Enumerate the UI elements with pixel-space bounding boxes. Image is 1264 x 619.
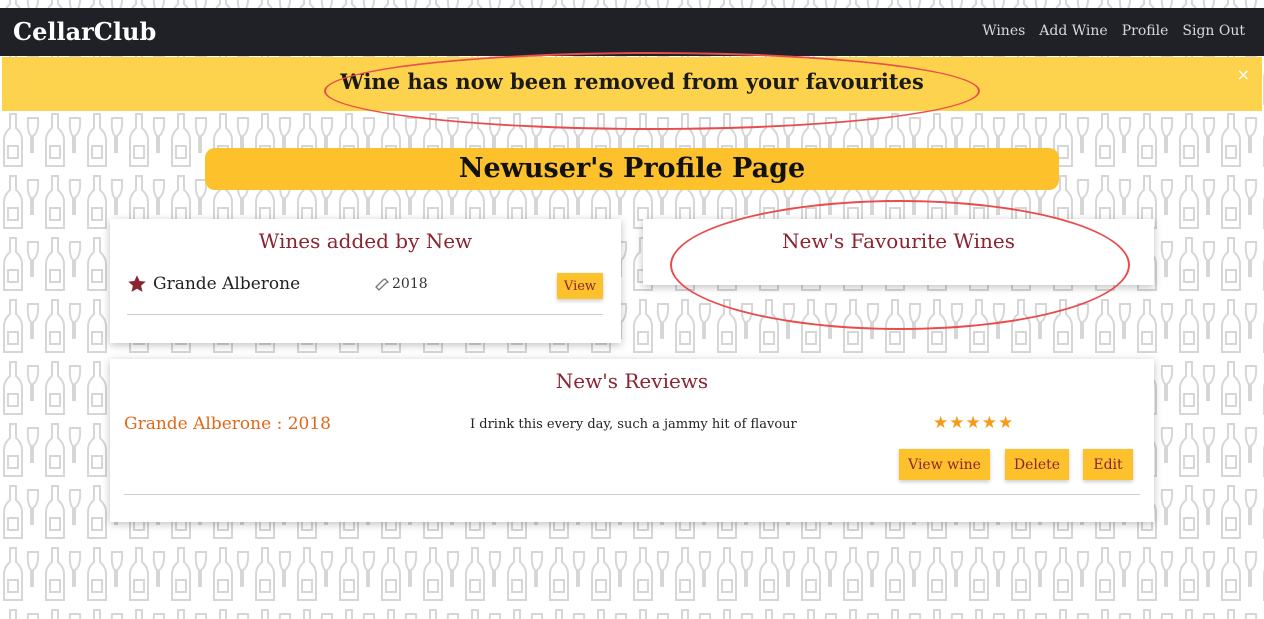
nav-links: Wines Add Wine Profile Sign Out <box>982 23 1245 39</box>
nav-link-add-wine[interactable]: Add Wine <box>1039 23 1107 39</box>
view-wine-button[interactable]: View <box>557 273 603 299</box>
review-divider <box>124 494 1140 495</box>
close-icon[interactable]: × <box>1237 65 1250 84</box>
review-text: I drink this every day, such a jammy hit… <box>470 417 797 432</box>
favourites-card: New's Favourite Wines <box>643 219 1154 285</box>
favourites-title: New's Favourite Wines <box>781 229 1015 253</box>
rating-stars: ★★★★★ <box>933 413 1015 433</box>
wines-added-title: Wines added by New <box>258 229 473 253</box>
nav-link-sign-out[interactable]: Sign Out <box>1182 23 1245 39</box>
brand-logo[interactable]: CellarClub <box>13 17 156 46</box>
card-divider <box>127 314 603 315</box>
delete-review-button[interactable]: Delete <box>1005 449 1069 480</box>
edit-review-button[interactable]: Edit <box>1083 449 1133 480</box>
wine-year: 2018 <box>392 276 428 292</box>
star-icon <box>127 274 147 294</box>
bottle-icon <box>375 277 390 291</box>
reviews-card: New's Reviews <box>110 359 1154 522</box>
alert-message: Wine has now been removed from your favo… <box>340 69 924 94</box>
reviews-title: New's Reviews <box>555 369 709 393</box>
wine-name[interactable]: Grande Alberone <box>153 274 300 294</box>
nav-link-wines[interactable]: Wines <box>982 23 1025 39</box>
flash-alert: Wine has now been removed from your favo… <box>2 57 1262 111</box>
wines-added-card: Wines added by New Grande Alberone 2018 … <box>110 219 621 343</box>
nav-link-profile[interactable]: Profile <box>1122 23 1169 39</box>
view-wine-review-button[interactable]: View wine <box>899 449 990 480</box>
page-title: Newuser's Profile Page <box>205 148 1059 190</box>
navbar: CellarClub Wines Add Wine Profile Sign O… <box>0 8 1264 56</box>
review-wine-link[interactable]: Grande Alberone : 2018 <box>124 414 331 434</box>
